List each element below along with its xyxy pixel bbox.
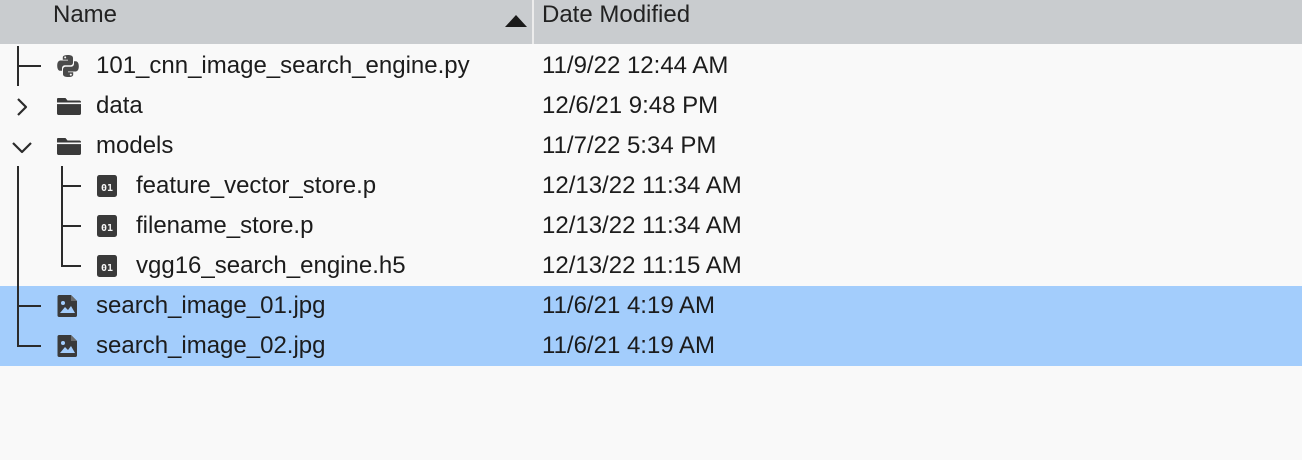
tree-branch-line — [61, 265, 81, 267]
folder-icon — [56, 134, 81, 158]
folder-icon — [56, 94, 81, 118]
image-file-icon — [56, 334, 80, 358]
tree-row-image-file[interactable]: search_image_02.jpg 11/6/21 4:19 AM — [0, 326, 1302, 366]
tree-row-models-folder[interactable]: models 11/7/22 5:34 PM — [0, 126, 1302, 166]
tree-guide-line — [17, 206, 19, 246]
tree-branch-line — [17, 305, 41, 307]
tree-row-binary-file[interactable]: 01 feature_vector_store.p 12/13/22 11:34… — [0, 166, 1302, 206]
tree-row-image-file[interactable]: search_image_01.jpg 11/6/21 4:19 AM — [0, 286, 1302, 326]
file-name: feature_vector_store.p — [136, 172, 377, 199]
chevron-down-icon[interactable] — [12, 136, 32, 156]
tree-branch-line — [61, 225, 81, 227]
python-file-icon — [56, 54, 80, 78]
svg-text:01: 01 — [101, 183, 113, 194]
tree-row-binary-file[interactable]: 01 filename_store.p 12/13/22 11:34 AM — [0, 206, 1302, 246]
tree-row-binary-file[interactable]: 01 vgg16_search_engine.h5 12/13/22 11:15… — [0, 246, 1302, 286]
file-name: filename_store.p — [136, 212, 314, 239]
tree-row-data-folder[interactable]: data 12/6/21 9:48 PM — [0, 86, 1302, 126]
date-modified: 11/9/22 12:44 AM — [542, 52, 729, 79]
name-column-label: Name — [53, 1, 118, 28]
image-file-icon — [56, 294, 80, 318]
binary-file-icon: 01 — [96, 214, 120, 238]
date-modified: 12/13/22 11:15 AM — [542, 252, 742, 279]
folder-name: models — [96, 132, 174, 159]
date-modified: 11/7/22 5:34 PM — [542, 132, 717, 159]
folder-name: data — [96, 92, 143, 119]
column-header-bar: Name Date Modified — [0, 0, 1302, 44]
tree-guide-line — [17, 166, 19, 206]
tree-guide-line — [17, 326, 19, 347]
tree-row-python-file[interactable]: 101_cnn_image_search_engine.py 11/9/22 1… — [0, 46, 1302, 86]
date-modified-column-label: Date Modified — [542, 1, 691, 28]
svg-text:01: 01 — [101, 263, 113, 274]
name-column-header[interactable]: Name — [0, 0, 532, 44]
date-modified: 11/6/21 4:19 AM — [542, 332, 716, 359]
file-name: search_image_02.jpg — [96, 332, 326, 359]
chevron-right-icon[interactable] — [12, 96, 32, 116]
tree-branch-line — [61, 185, 81, 187]
file-name: 101_cnn_image_search_engine.py — [96, 52, 470, 79]
date-modified: 11/6/21 4:19 AM — [542, 292, 716, 319]
file-tree-view[interactable]: Name Date Modified 101_cnn_image_search_… — [0, 0, 1302, 460]
tree-guide-line — [61, 246, 63, 267]
file-name: search_image_01.jpg — [96, 292, 326, 319]
date-modified: 12/13/22 11:34 AM — [542, 172, 742, 199]
tree-branch-line — [17, 345, 41, 347]
sort-ascending-icon — [505, 15, 527, 27]
binary-file-icon: 01 — [96, 254, 120, 278]
date-modified: 12/6/21 9:48 PM — [542, 92, 719, 119]
tree-guide-line — [17, 246, 19, 286]
date-modified-column-header[interactable]: Date Modified — [534, 0, 1302, 44]
svg-text:01: 01 — [101, 223, 113, 234]
file-name: vgg16_search_engine.h5 — [136, 252, 406, 279]
tree-branch-line — [17, 65, 41, 67]
date-modified: 12/13/22 11:34 AM — [542, 212, 742, 239]
binary-file-icon: 01 — [96, 174, 120, 198]
